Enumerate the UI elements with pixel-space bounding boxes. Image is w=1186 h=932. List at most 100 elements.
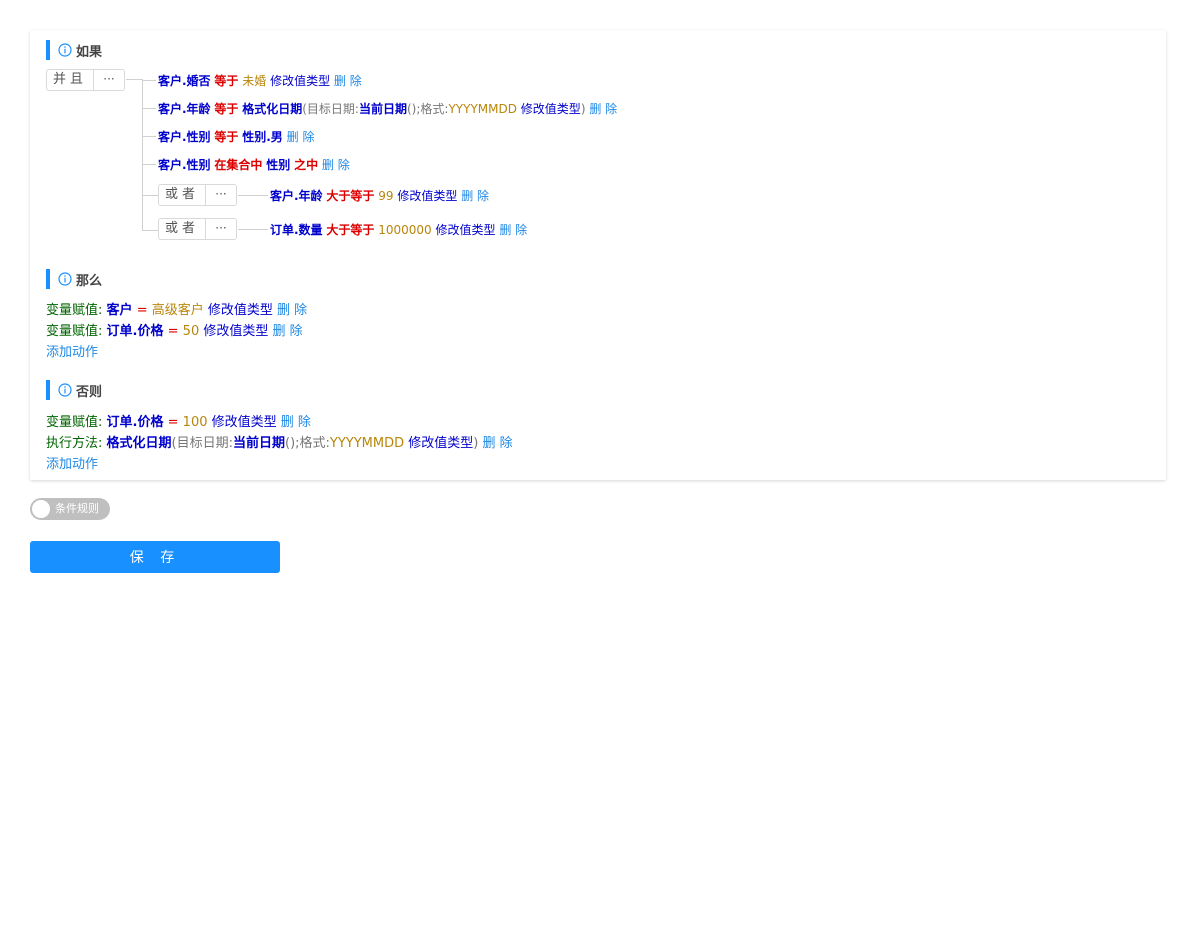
section-accent-bar — [46, 269, 50, 289]
assign-operator: = — [167, 324, 179, 339]
modify-type-link[interactable]: 修改值类型 — [208, 303, 273, 318]
then-section-header: 那么 — [46, 269, 102, 289]
delete-link[interactable]: 删 除 — [483, 436, 513, 451]
toggle-knob[interactable] — [32, 500, 50, 518]
condition-left[interactable]: 客户.性别 — [158, 158, 211, 172]
action-value[interactable]: 高级客户 — [152, 303, 204, 318]
or-group-label[interactable]: 或者 — [159, 185, 205, 205]
delete-link[interactable]: 删 除 — [277, 303, 307, 318]
condition-row: 客户.年龄 等于 格式化日期(目标日期:当前日期();格式:YYYYMMDD 修… — [158, 100, 617, 117]
function-param-value[interactable]: 当前日期 — [359, 102, 407, 116]
function-param-label: (目标日期: — [302, 102, 359, 116]
condition-operator[interactable]: 在集合中 — [214, 158, 262, 172]
tree-branch — [142, 136, 156, 137]
condition-row: 客户.性别 在集合中 性别 之中 删 除 — [158, 156, 350, 173]
or-group-selector[interactable]: 或者 ··· — [158, 218, 237, 240]
action-value[interactable]: 100 — [183, 415, 208, 430]
more-icon[interactable]: ··· — [205, 219, 236, 239]
action-type-label[interactable]: 变量赋值: — [46, 324, 102, 339]
delete-link[interactable]: 删 除 — [281, 415, 311, 430]
condition-left[interactable]: 客户.性别 — [158, 130, 211, 144]
condition-left[interactable]: 客户.年龄 — [270, 189, 323, 203]
action-type-label[interactable]: 执行方法: — [46, 436, 102, 451]
save-button[interactable]: 保 存 — [30, 541, 280, 573]
delete-link[interactable]: 删 除 — [322, 158, 350, 172]
condition-rule-toggle[interactable]: 条件规则 — [30, 498, 110, 520]
condition-value[interactable]: 1000000 — [378, 223, 431, 237]
action-type-label[interactable]: 变量赋值: — [46, 415, 102, 430]
modify-type-link[interactable]: 修改值类型 — [270, 74, 330, 88]
condition-operator[interactable]: 大于等于 — [326, 223, 374, 237]
modify-type-link[interactable]: 修改值类型 — [203, 324, 268, 339]
delete-link[interactable]: 删 除 — [273, 324, 303, 339]
section-accent-bar — [46, 380, 50, 400]
delete-link[interactable]: 删 除 — [461, 189, 489, 203]
function-close-paren: ) — [473, 436, 479, 451]
function-param-label: (目标日期: — [171, 436, 233, 451]
delete-link[interactable]: 删 除 — [287, 130, 315, 144]
condition-left[interactable]: 订单.数量 — [270, 223, 323, 237]
action-row: 变量赋值: 订单.价格 = 100 修改值类型 删 除 — [46, 411, 311, 430]
assign-operator: = — [167, 415, 179, 430]
tree-branch — [142, 108, 156, 109]
method-function[interactable]: 格式化日期 — [107, 436, 172, 451]
condition-operator[interactable]: 等于 — [214, 74, 238, 88]
assign-operator: = — [136, 303, 148, 318]
modify-type-link[interactable]: 修改值类型 — [212, 415, 277, 430]
modify-type-link[interactable]: 修改值类型 — [521, 102, 581, 116]
else-section-header: 否则 — [46, 380, 102, 400]
modify-type-link[interactable]: 修改值类型 — [408, 436, 473, 451]
info-icon — [58, 272, 72, 286]
tree-branch — [142, 195, 158, 196]
condition-value[interactable]: 性别 — [266, 158, 290, 172]
function-param-label: ();格式: — [407, 102, 449, 116]
delete-link[interactable]: 删 除 — [334, 74, 362, 88]
condition-operator[interactable]: 等于 — [214, 130, 238, 144]
more-icon[interactable]: ··· — [93, 70, 124, 90]
and-group-label[interactable]: 并且 — [47, 70, 93, 90]
condition-left[interactable]: 客户.婚否 — [158, 74, 211, 88]
condition-left[interactable]: 客户.年龄 — [158, 102, 211, 116]
section-accent-bar — [46, 40, 50, 60]
and-group-selector[interactable]: 并且 ··· — [46, 69, 125, 91]
delete-link[interactable]: 删 除 — [499, 223, 527, 237]
condition-value[interactable]: 性别.男 — [242, 130, 283, 144]
info-icon — [58, 383, 72, 397]
action-type-label[interactable]: 变量赋值: — [46, 303, 102, 318]
tree-connector — [238, 195, 268, 196]
function-param-value[interactable]: 当前日期 — [233, 436, 285, 451]
tree-branch — [142, 230, 158, 231]
function-format-value[interactable]: YYYYMMDD — [448, 102, 517, 116]
delete-link[interactable]: 删 除 — [589, 102, 617, 116]
action-target[interactable]: 订单.价格 — [107, 415, 164, 430]
add-action-link[interactable]: 添加动作 — [46, 453, 98, 472]
action-value[interactable]: 50 — [183, 324, 200, 339]
condition-operator[interactable]: 等于 — [214, 102, 238, 116]
modify-type-link[interactable]: 修改值类型 — [397, 189, 457, 203]
tree-trunk-line — [142, 79, 143, 230]
action-row: 变量赋值: 订单.价格 = 50 修改值类型 删 除 — [46, 320, 303, 339]
function-format-value[interactable]: YYYYMMDD — [330, 436, 404, 451]
action-row: 变量赋值: 客户 = 高级客户 修改值类型 删 除 — [46, 299, 307, 318]
condition-value[interactable]: 未婚 — [242, 74, 266, 88]
tree-connector — [126, 79, 142, 80]
condition-operator[interactable]: 大于等于 — [326, 189, 374, 203]
function-param-label: ();格式: — [285, 436, 330, 451]
action-target[interactable]: 客户 — [107, 303, 133, 318]
action-target[interactable]: 订单.价格 — [107, 324, 164, 339]
condition-operator-suffix[interactable]: 之中 — [294, 158, 318, 172]
condition-function[interactable]: 格式化日期 — [242, 102, 302, 116]
if-section-header: 如果 — [46, 40, 102, 60]
else-section-title: 否则 — [76, 384, 103, 400]
or-group-selector[interactable]: 或者 ··· — [158, 184, 237, 206]
condition-row: 客户.婚否 等于 未婚 修改值类型 删 除 — [158, 72, 362, 89]
add-action-link[interactable]: 添加动作 — [46, 341, 98, 360]
toggle-label: 条件规则 — [55, 502, 99, 515]
condition-row: 订单.数量 大于等于 1000000 修改值类型 删 除 — [270, 221, 527, 238]
info-icon — [58, 43, 72, 57]
condition-value[interactable]: 99 — [378, 189, 393, 203]
function-close-paren: ) — [580, 102, 586, 116]
or-group-label[interactable]: 或者 — [159, 219, 205, 239]
modify-type-link[interactable]: 修改值类型 — [436, 223, 496, 237]
more-icon[interactable]: ··· — [205, 185, 236, 205]
